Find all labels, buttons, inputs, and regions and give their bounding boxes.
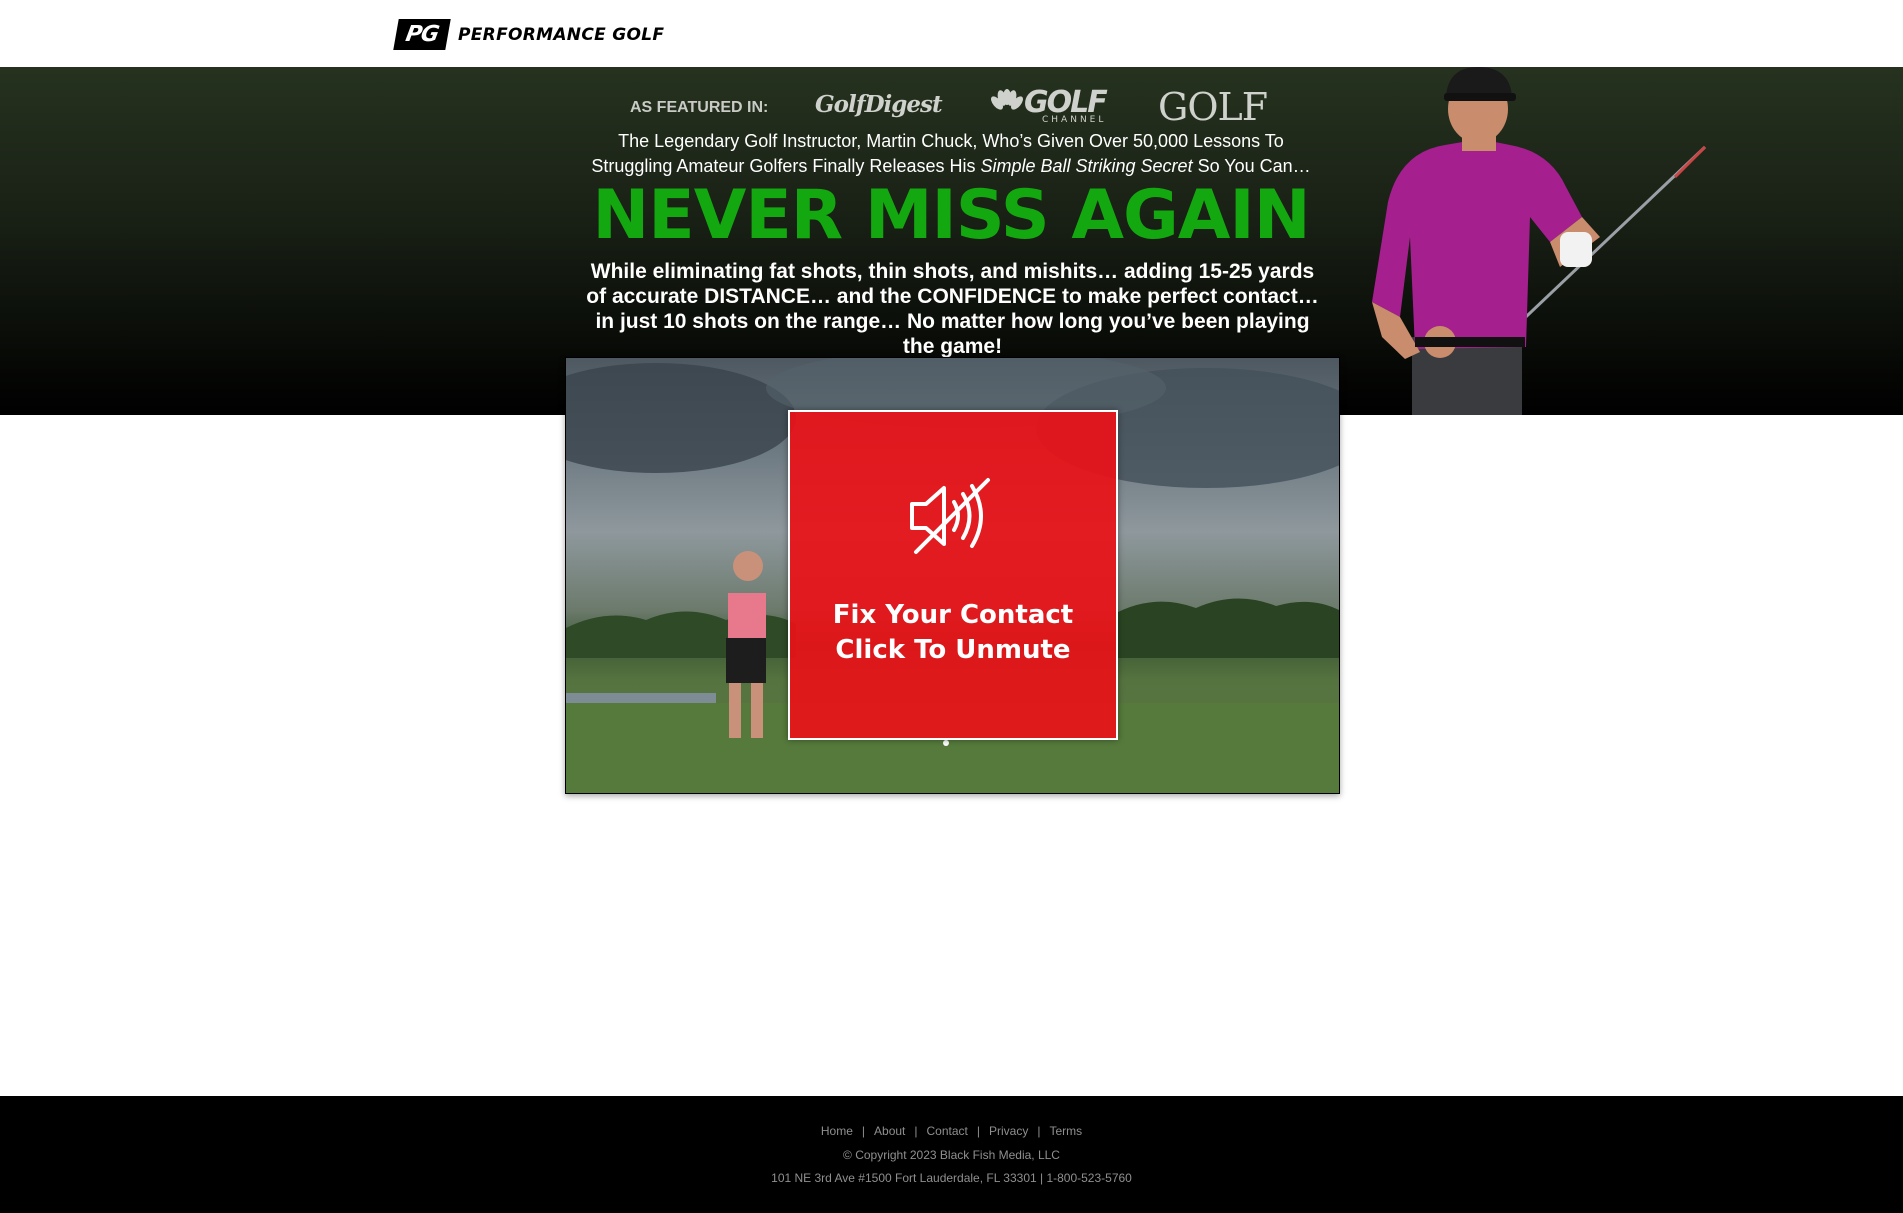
peacock-icon	[990, 87, 1024, 119]
footer-separator: |	[976, 1124, 980, 1138]
intro-line-2-pre: Struggling Amateur Golfers Finally Relea…	[591, 156, 981, 176]
video-player[interactable]: Fix Your Contact Click To Unmute	[565, 357, 1340, 794]
instructor-photo	[1360, 67, 1710, 415]
golf-channel-logo: GOLF CHANNEL	[990, 85, 1108, 129]
logo-wordmark: PERFORMANCE GOLF	[458, 24, 665, 45]
intro-line-2-emphasis: Simple Ball Striking Secret	[980, 156, 1193, 176]
golf-magazine-logo: GOLF	[1158, 85, 1268, 129]
footer-link-contact[interactable]: Contact	[927, 1124, 968, 1138]
golf-digest-logo: GolfDigest	[815, 91, 943, 118]
intro-line-1: The Legendary Golf Instructor, Martin Ch…	[618, 131, 1284, 151]
footer-link-privacy[interactable]: Privacy	[989, 1124, 1028, 1138]
footer-separator: |	[1037, 1124, 1041, 1138]
golf-channel-sub: CHANNEL	[1042, 115, 1107, 125]
intro-line-2-post: So You Can…	[1192, 156, 1311, 176]
click-to-unmute-button[interactable]: Fix Your Contact Click To Unmute	[788, 410, 1118, 740]
footer-copyright: © Copyright 2023 Black Fish Media, LLC	[843, 1148, 1060, 1162]
footer-link-terms[interactable]: Terms	[1049, 1124, 1082, 1138]
footer-separator: |	[914, 1124, 918, 1138]
speaker-muted-icon	[908, 476, 998, 556]
footer-address: 101 NE 3rd Ave #1500 Fort Lauderdale, FL…	[771, 1171, 1132, 1185]
site-header: PG PERFORMANCE GOLF	[0, 0, 1903, 67]
unmute-line-2: Click To Unmute	[835, 635, 1071, 665]
footer-link-home[interactable]: Home	[821, 1124, 853, 1138]
sub-headline: While eliminating fat shots, thin shots,…	[586, 260, 1319, 358]
unmute-line-1: Fix Your Contact	[832, 600, 1074, 630]
footer-links: Home | About | Contact | Privacy | Terms	[0, 1124, 1903, 1138]
unmute-text: Fix Your Contact Click To Unmute	[790, 598, 1116, 668]
site-footer: Home | About | Contact | Privacy | Terms © Copyr…	[0, 1096, 1903, 1213]
footer-link-about[interactable]: About	[874, 1124, 905, 1138]
hero-intro: The Legendary Golf Instructor, Martin Ch…	[560, 129, 1342, 179]
performance-golf-logo[interactable]: PG PERFORMANCE GOLF	[393, 19, 665, 50]
featured-in-label: AS FEATURED IN:	[630, 99, 769, 116]
footer-separator: |	[861, 1124, 866, 1138]
pg-logo-badge: PG	[393, 19, 451, 50]
main-headline: NEVER MISS AGAIN	[592, 176, 1310, 255]
